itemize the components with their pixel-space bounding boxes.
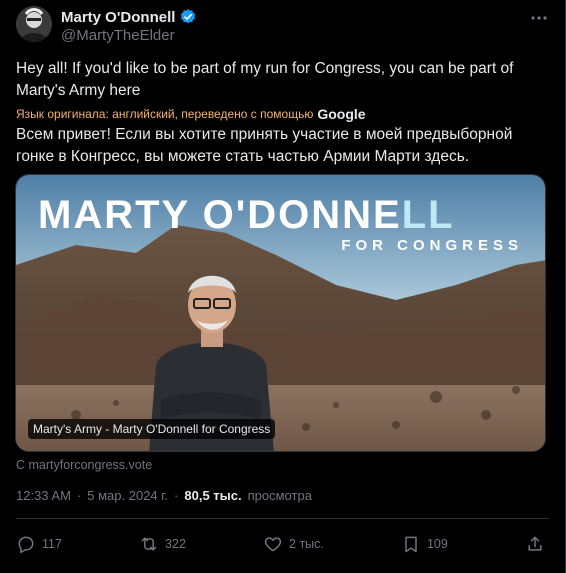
repost-button[interactable]: 322 <box>139 534 186 554</box>
translation-note[interactable]: Язык оригинала: английский, переведено с… <box>16 106 366 122</box>
divider <box>16 518 549 519</box>
tweet-card: Marty O'Donnell @MartyTheElder Hey all! … <box>0 0 566 573</box>
bookmark-icon <box>405 536 417 553</box>
handle[interactable]: @MartyTheElder <box>61 27 175 44</box>
bookmark-count: 109 <box>426 537 448 551</box>
avatar[interactable] <box>16 6 52 42</box>
repost-count: 322 <box>165 537 186 551</box>
translated-tweet-text: Всем привет! Если вы хотите принять учас… <box>16 126 513 165</box>
translation-provider: Google <box>317 106 366 122</box>
share-button[interactable] <box>525 534 549 554</box>
like-button[interactable]: 2 тыс. <box>263 534 324 554</box>
avatar-image <box>16 6 52 42</box>
name-row: Marty O'Donnell <box>61 8 197 26</box>
link-card-caption: Marty's Army - Marty O'Donnell for Congr… <box>28 419 276 439</box>
tweet-header: Marty O'Donnell @MartyTheElder <box>16 6 549 46</box>
like-count: 2 тыс. <box>289 537 324 551</box>
verified-badge-icon <box>181 9 196 24</box>
link-card-media[interactable]: MARTY O'DONNELL FOR CONGRESS Marty's Arm… <box>15 174 546 452</box>
link-source[interactable]: С martyforcongress.vote <box>16 458 152 472</box>
more-dots-icon <box>531 16 547 20</box>
tweet-meta: 12:33 AM · 5 мар. 2024 г. · 80,5 тыс. пр… <box>16 488 312 503</box>
reply-button[interactable]: 117 <box>16 534 62 554</box>
bookmark-button[interactable]: 109 <box>401 534 448 554</box>
reply-count: 117 <box>42 537 62 551</box>
meta-separator-2: · <box>174 488 179 503</box>
tweet-time[interactable]: 12:33 AM <box>16 488 71 503</box>
views-label: просмотра <box>247 488 312 503</box>
banner-subtitle: FOR CONGRESS <box>341 237 523 254</box>
more-options-button[interactable] <box>529 8 549 28</box>
translation-note-text: Язык оригинала: английский, переведено с… <box>16 107 314 121</box>
tweet-date[interactable]: 5 мар. 2024 г. <box>87 488 168 503</box>
heart-icon <box>264 537 282 552</box>
meta-separator: · <box>76 488 82 503</box>
banner-title: MARTY O'DONNELL <box>38 195 455 235</box>
reply-icon <box>18 536 34 554</box>
views-count[interactable]: 80,5 тыс. <box>184 488 241 503</box>
banner-title-main: MARTY O'DONNE <box>38 193 402 237</box>
tweet-text: Hey all! If you'd like to be part of my … <box>16 60 514 99</box>
banner-title-end: LL <box>401 193 455 237</box>
display-name[interactable]: Marty O'Donnell <box>61 9 175 26</box>
share-icon <box>528 536 542 551</box>
action-bar: 117 322 2 тыс. 109 <box>16 530 549 558</box>
repost-icon <box>141 537 157 551</box>
